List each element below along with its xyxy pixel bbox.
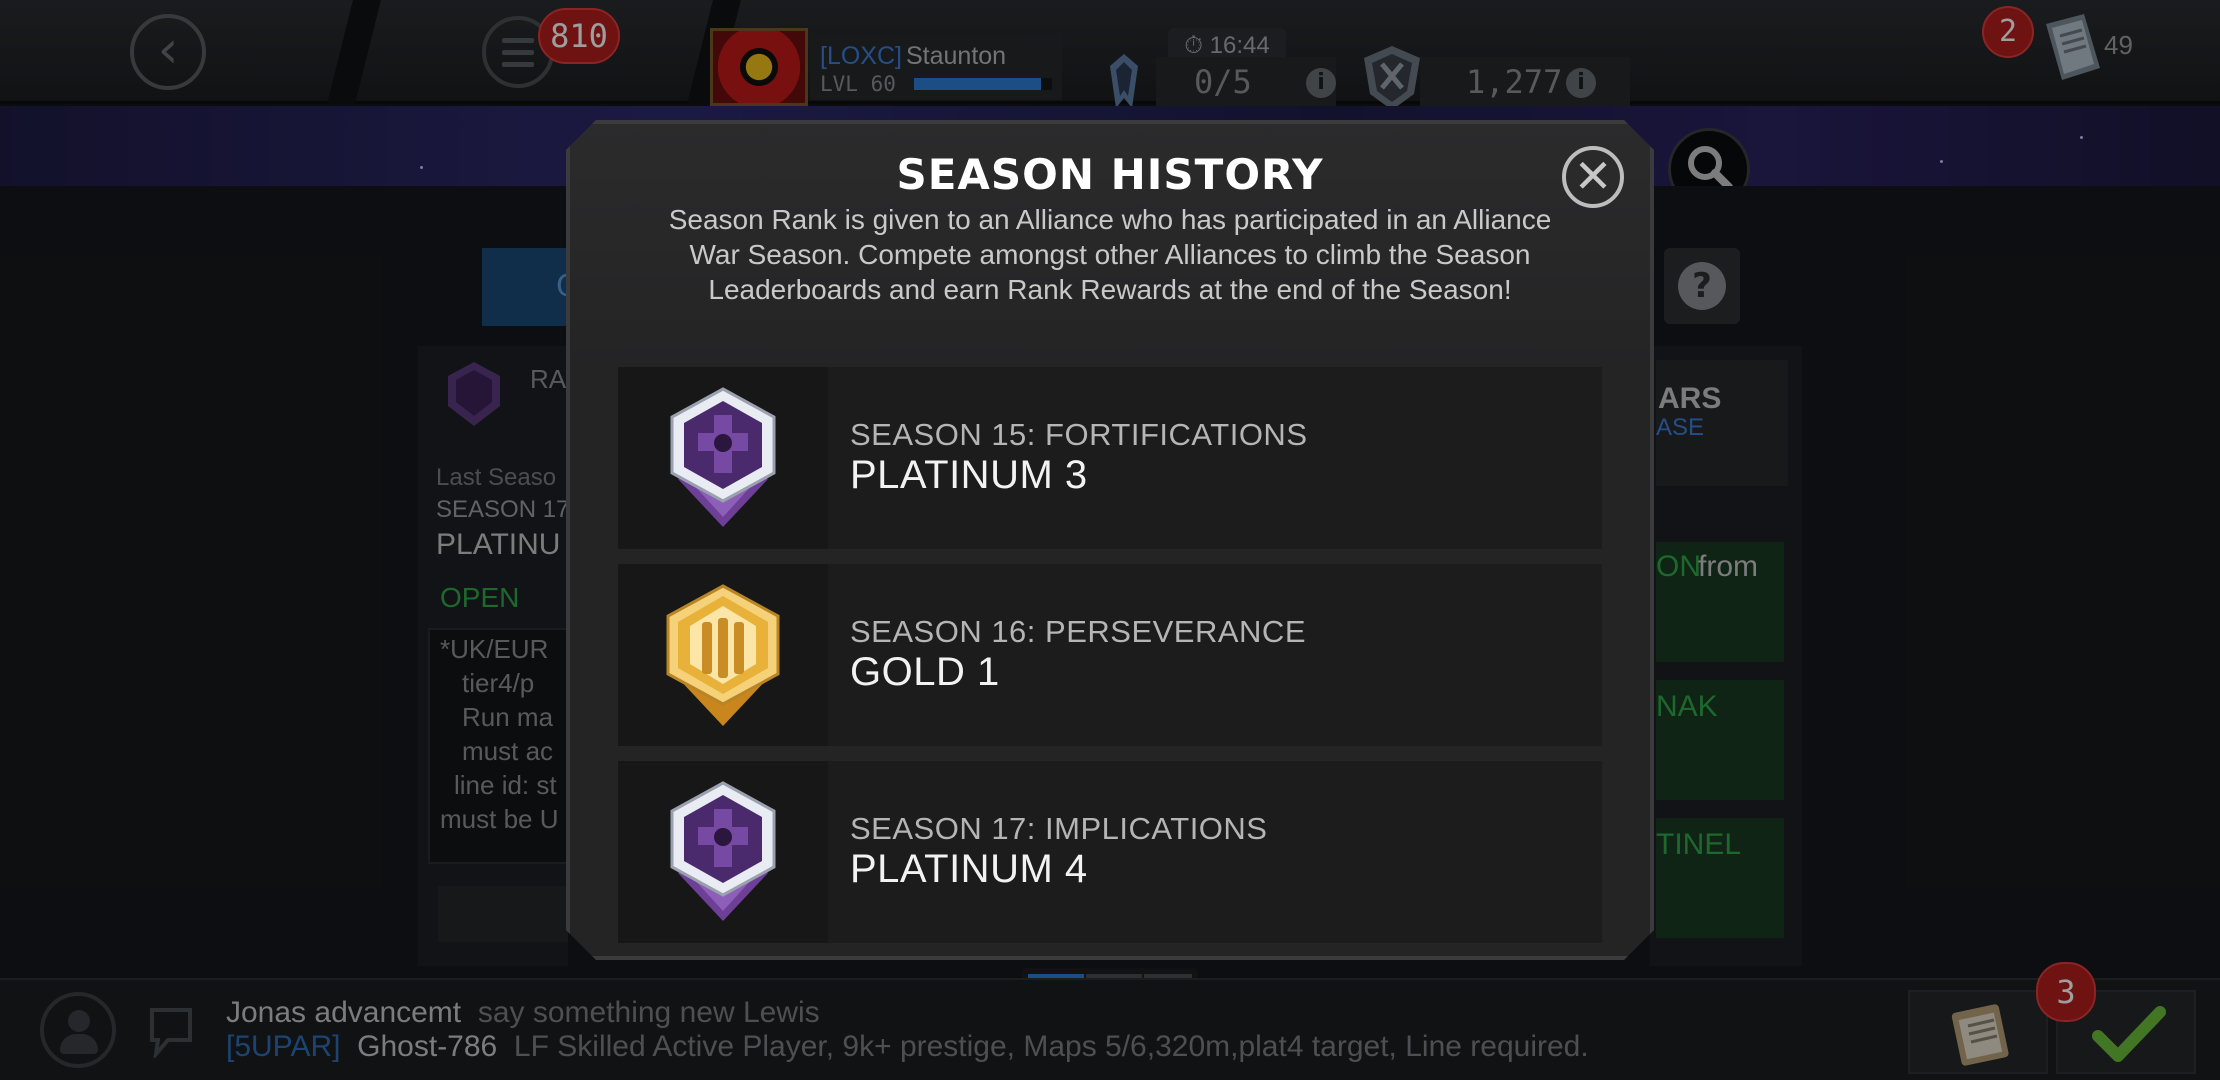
season-rank: PLATINUM 3 xyxy=(850,453,1088,497)
season-row: SEASON 16: PERSEVERANCE GOLD 1 xyxy=(618,564,1602,746)
season-rank: PLATINUM 4 xyxy=(850,847,1088,891)
close-icon: ✕ xyxy=(1573,149,1613,203)
badge-cell xyxy=(618,564,828,746)
close-button[interactable]: ✕ xyxy=(1562,146,1624,208)
season-name: SEASON 16: PERSEVERANCE xyxy=(850,614,1306,649)
season-row: SEASON 15: FORTIFICATIONS PLATINUM 3 xyxy=(618,367,1602,549)
season-name: SEASON 17: IMPLICATIONS xyxy=(850,811,1268,846)
modal-description: Season Rank is given to an Alliance who … xyxy=(668,204,1552,305)
season-list: SEASON 15: FORTIFICATIONS PLATINUM 3 SEA… xyxy=(618,367,1602,958)
platinum-badge-icon xyxy=(670,781,776,921)
season-history-modal: SEASON HISTORY ✕ Season Rank is given to… xyxy=(566,120,1654,960)
season-name: SEASON 15: FORTIFICATIONS xyxy=(850,417,1308,452)
season-rank: GOLD 1 xyxy=(850,650,1000,694)
badge-cell xyxy=(618,367,828,549)
season-row: SEASON 17: IMPLICATIONS PLATINUM 4 xyxy=(618,761,1602,943)
modal-title: SEASON HISTORY xyxy=(896,150,1324,199)
gold-badge-icon xyxy=(666,584,780,726)
platinum-badge-icon xyxy=(670,387,776,527)
badge-cell xyxy=(618,761,828,943)
